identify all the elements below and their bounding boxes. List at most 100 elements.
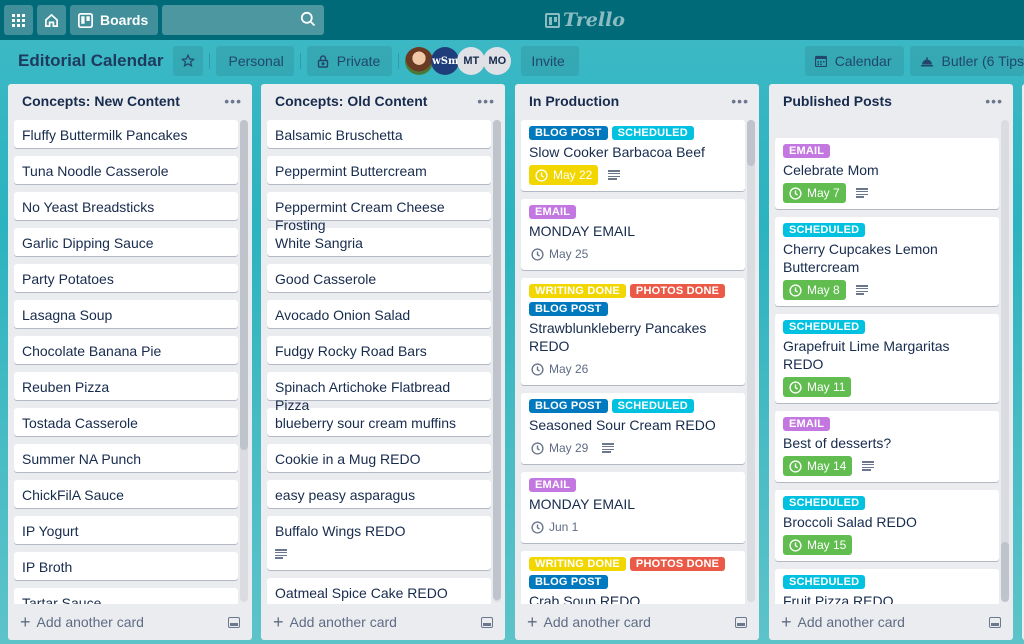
home-button[interactable] <box>37 5 66 35</box>
card-label[interactable]: BLOG POST <box>529 126 608 140</box>
scroll-thumb[interactable] <box>240 120 248 450</box>
card-label[interactable]: BLOG POST <box>529 399 608 413</box>
card[interactable]: IP Yogurt <box>14 516 238 544</box>
list-title[interactable]: Concepts: Old Content <box>275 93 427 109</box>
card-label[interactable]: SCHEDULED <box>783 320 866 334</box>
list-menu-icon[interactable]: ••• <box>224 93 242 109</box>
avatar[interactable]: wSm <box>431 47 460 75</box>
card[interactable]: No Yeast Breadsticks <box>14 192 238 220</box>
card-label[interactable]: SCHEDULED <box>783 575 866 589</box>
card-template-icon[interactable] <box>735 616 747 628</box>
list-title[interactable]: Concepts: New Content <box>22 93 180 109</box>
card[interactable]: BLOG POST SCHEDULED Slow Cooker Barbacoa B… <box>521 120 745 191</box>
card-label[interactable]: WRITING DONE <box>529 557 626 571</box>
scroll-thumb[interactable] <box>1001 542 1009 602</box>
card-label[interactable]: SCHEDULED <box>611 399 694 413</box>
card-label[interactable]: BLOG POST <box>529 575 608 589</box>
invite-button[interactable]: Invite <box>521 46 579 76</box>
card[interactable]: Garlic Dipping Sauce <box>14 228 238 256</box>
card[interactable]: easy peasy asparagus <box>267 480 491 508</box>
list-title[interactable]: Published Posts <box>783 93 892 109</box>
card[interactable]: Buffalo Wings REDO <box>267 516 491 570</box>
card-template-icon[interactable] <box>481 616 493 628</box>
card[interactable]: Peppermint Cream Cheese Frosting <box>267 192 491 233</box>
list-header[interactable]: Published Posts ••• <box>769 84 1013 118</box>
card-label[interactable]: PHOTOS DONE <box>629 284 726 298</box>
card-template-icon[interactable] <box>228 616 240 628</box>
card[interactable]: Party Potatoes <box>14 264 238 292</box>
card[interactable]: Lasagna Soup <box>14 300 238 328</box>
card-label[interactable]: EMAIL <box>783 144 831 158</box>
card[interactable]: Fudgy Rocky Road Bars <box>267 336 491 364</box>
list-header[interactable]: Concepts: Old Content ••• <box>261 84 505 118</box>
due-date-badge[interactable]: May 14 <box>783 456 853 476</box>
search-icon[interactable] <box>300 11 316 27</box>
card[interactable]: WRITING DONE PHOTOS DONE BLOG POST Strawblu… <box>521 278 745 385</box>
card[interactable]: BLOG POST SCHEDULED Seasoned Sour Cream RE… <box>521 393 745 464</box>
list-title[interactable]: In Production <box>529 93 619 109</box>
apps-button[interactable] <box>4 5 33 35</box>
card[interactable]: IP Broth <box>14 552 238 580</box>
card[interactable]: ChickFilA Sauce <box>14 480 238 508</box>
card[interactable]: EMAIL Celebrate Mom May 7 <box>775 138 999 209</box>
scrollbar[interactable] <box>493 120 501 602</box>
card[interactable]: Fluffy Buttermilk Pancakes <box>14 120 238 148</box>
card-label[interactable]: WRITING DONE <box>529 284 626 298</box>
card[interactable]: Spinach Artichoke Flatbread Pizza <box>267 372 491 413</box>
card-label[interactable]: SCHEDULED <box>611 126 694 140</box>
due-date-badge[interactable]: May 25 <box>529 244 592 264</box>
card[interactable]: Reuben Pizza <box>14 372 238 400</box>
trello-logo[interactable]: Trello <box>545 9 625 31</box>
scrollbar[interactable] <box>1001 120 1009 602</box>
card[interactable]: SCHEDULEDFruit Pizza REDOMay 19 <box>775 569 999 604</box>
card[interactable]: Oatmeal Spice Cake REDO <box>267 578 491 604</box>
scrollbar[interactable] <box>747 120 755 602</box>
butler-button[interactable]: Butler (6 Tips <box>909 46 1024 76</box>
card[interactable]: Tuna Noodle Casserole <box>14 156 238 184</box>
due-date-badge[interactable]: Jun 1 <box>529 517 582 537</box>
card-label[interactable]: EMAIL <box>783 417 831 431</box>
card[interactable]: Avocado Onion Salad <box>267 300 491 328</box>
list-header[interactable]: Concepts: New Content ••• <box>8 84 252 118</box>
list-menu-icon[interactable]: ••• <box>731 93 749 109</box>
boards-button[interactable]: Boards <box>70 5 159 35</box>
card-template-icon[interactable] <box>989 616 1001 628</box>
card-label[interactable]: EMAIL <box>529 205 577 219</box>
list-menu-icon[interactable]: ••• <box>985 93 1003 109</box>
card-label[interactable]: EMAIL <box>529 478 577 492</box>
add-card-button[interactable]: + Add another card <box>269 610 497 634</box>
card[interactable]: Balsamic Bruschetta <box>267 120 491 148</box>
card-label[interactable]: PHOTOS DONE <box>629 557 726 571</box>
avatar[interactable]: MO <box>483 47 512 75</box>
team-button[interactable]: Personal <box>216 46 294 76</box>
card-label[interactable]: SCHEDULED <box>783 496 866 510</box>
scrollbar[interactable] <box>240 120 248 602</box>
board-title[interactable]: Editorial Calendar <box>8 51 173 71</box>
due-date-badge[interactable]: May 11 <box>783 377 852 397</box>
card[interactable]: Tostada Casserole <box>14 408 238 436</box>
calendar-button[interactable]: Calendar <box>804 46 904 76</box>
due-date-badge[interactable]: May 22 <box>529 165 599 185</box>
due-date-badge[interactable]: May 7 <box>783 183 846 203</box>
add-card-button[interactable]: + Add another card <box>523 610 751 634</box>
card[interactable]: Tartar Sauce <box>14 588 238 604</box>
due-date-badge[interactable]: May 29 <box>529 438 592 458</box>
add-card-button[interactable]: + Add another card <box>16 610 244 634</box>
card[interactable]: WRITING DONE PHOTOS DONE BLOG POST Crab Sou… <box>521 551 745 604</box>
due-date-badge[interactable]: May 8 <box>783 280 846 300</box>
scroll-thumb[interactable] <box>493 120 501 600</box>
card[interactable]: Peppermint Buttercream <box>267 156 491 184</box>
card[interactable]: Summer NA Punch <box>14 444 238 472</box>
card[interactable]: Good Casserole <box>267 264 491 292</box>
list-header[interactable]: In Production ••• <box>515 84 759 118</box>
search-box[interactable] <box>162 5 325 35</box>
scroll-thumb[interactable] <box>747 120 755 166</box>
card-label[interactable]: BLOG POST <box>529 302 608 316</box>
avatar[interactable]: MT <box>457 47 486 75</box>
card-label[interactable]: SCHEDULED <box>783 223 866 237</box>
card[interactable]: EMAIL MONDAY EMAIL Jun 1 <box>521 472 745 543</box>
visibility-button[interactable]: Private <box>306 46 393 76</box>
card[interactable]: SCHEDULED Broccoli Salad REDO May 15 <box>775 490 999 561</box>
due-date-badge[interactable]: May 26 <box>529 359 592 379</box>
card[interactable]: SCHEDULED Cherry Cupcakes Lemon Buttercre… <box>775 217 999 306</box>
